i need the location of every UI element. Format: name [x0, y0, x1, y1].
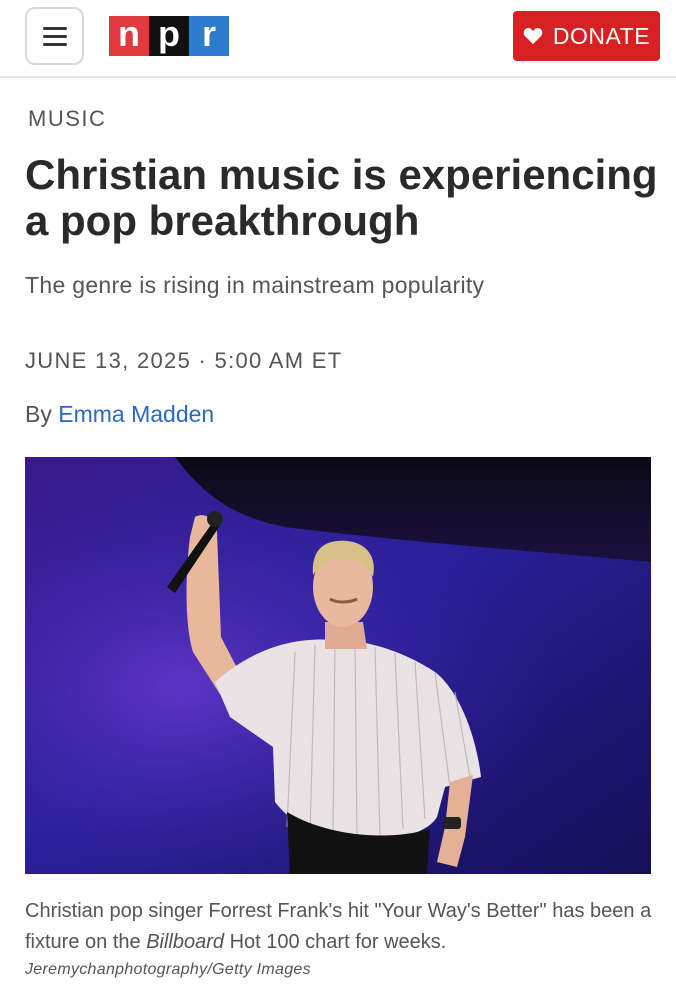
photo-caption: Christian pop singer Forrest Frank's hit…	[25, 896, 655, 958]
npr-logo-letter-p: p	[149, 16, 189, 56]
npr-logo-letter-r: r	[189, 16, 229, 56]
npr-logo[interactable]: n p r	[109, 16, 229, 56]
article-subheadline: The genre is rising in mainstream popula…	[25, 272, 485, 298]
heart-icon	[523, 27, 543, 45]
donate-button[interactable]: DONATE	[513, 11, 660, 61]
hamburger-menu-icon-line	[42, 34, 67, 38]
section-label[interactable]: MUSIC	[28, 106, 106, 132]
caption-italic-text: Billboard	[146, 931, 225, 953]
byline-prefix: By	[25, 401, 52, 427]
concert-photo	[25, 457, 651, 874]
hamburger-menu-icon-line	[42, 42, 67, 46]
article-byline: By Emma Madden	[25, 401, 214, 428]
npr-logo-letter-n: n	[109, 16, 149, 56]
hamburger-menu-icon	[42, 26, 67, 30]
caption-text-end: Hot 100 chart for weeks.	[224, 931, 447, 953]
hamburger-menu-button[interactable]	[25, 7, 84, 65]
article-headline: Christian music is experiencing a pop br…	[25, 151, 658, 244]
photo-credit: Jeremychanphotography/Getty Images	[25, 961, 311, 978]
article-dateline: JUNE 13, 2025 · 5:00 AM ET	[25, 348, 343, 373]
donate-label: DONATE	[552, 22, 651, 49]
top-navigation-bar: n p r DONATE	[0, 0, 676, 78]
article-lead-photo	[25, 457, 651, 874]
author-link[interactable]: Emma Madden	[58, 401, 214, 427]
